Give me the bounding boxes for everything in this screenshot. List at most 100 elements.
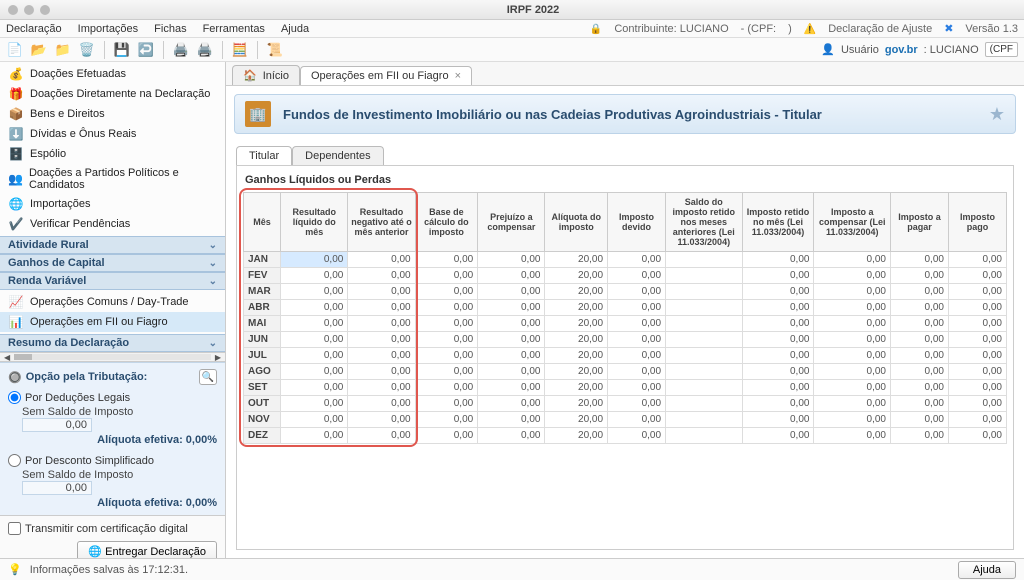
data-cell[interactable]: 0,00: [742, 396, 814, 412]
data-cell[interactable]: 0,00: [348, 284, 415, 300]
data-cell[interactable]: 0,00: [890, 348, 948, 364]
data-cell[interactable]: 0,00: [948, 332, 1006, 348]
data-cell[interactable]: 0,00: [948, 268, 1006, 284]
data-cell[interactable]: [666, 284, 743, 300]
data-cell[interactable]: 0,00: [948, 396, 1006, 412]
data-cell[interactable]: 0,00: [608, 284, 666, 300]
data-cell[interactable]: 0,00: [415, 348, 478, 364]
data-cell[interactable]: 0,00: [478, 332, 545, 348]
data-cell[interactable]: 0,00: [281, 268, 348, 284]
data-cell[interactable]: 0,00: [814, 364, 891, 380]
close-icon[interactable]: ×: [455, 70, 461, 82]
sidebar-ficha-4[interactable]: 🗄️Espólio: [0, 144, 225, 164]
tb-open2-icon[interactable]: 📁: [54, 41, 72, 59]
section-resumo[interactable]: Resumo da Declaração: [0, 334, 225, 352]
data-cell[interactable]: 0,00: [415, 396, 478, 412]
data-cell[interactable]: 0,00: [415, 428, 478, 444]
data-cell[interactable]: 0,00: [948, 364, 1006, 380]
data-cell[interactable]: 0,00: [948, 348, 1006, 364]
data-cell[interactable]: 0,00: [608, 332, 666, 348]
data-cell[interactable]: 0,00: [948, 284, 1006, 300]
data-cell[interactable]: 0,00: [281, 348, 348, 364]
data-cell[interactable]: 0,00: [742, 348, 814, 364]
data-cell[interactable]: 0,00: [742, 412, 814, 428]
data-cell[interactable]: 0,00: [814, 380, 891, 396]
data-cell[interactable]: 20,00: [545, 300, 608, 316]
inner-tab-titular[interactable]: Titular: [236, 146, 292, 165]
data-cell[interactable]: 20,00: [545, 428, 608, 444]
data-cell[interactable]: 0,00: [608, 428, 666, 444]
table-row[interactable]: OUT0,000,000,000,0020,000,000,000,000,00…: [244, 396, 1007, 412]
sidebar-hscroll[interactable]: ◀ ▶: [0, 352, 225, 362]
data-cell[interactable]: 0,00: [742, 316, 814, 332]
tb-open-icon[interactable]: 📂: [30, 41, 48, 59]
data-cell[interactable]: 0,00: [608, 268, 666, 284]
data-cell[interactable]: 0,00: [348, 268, 415, 284]
data-cell[interactable]: 0,00: [814, 428, 891, 444]
tb-receipt-icon[interactable]: 📜: [266, 41, 284, 59]
table-row[interactable]: JAN0,000,000,000,0020,000,000,000,000,00…: [244, 252, 1007, 268]
data-cell[interactable]: 20,00: [545, 268, 608, 284]
data-cell[interactable]: 0,00: [478, 412, 545, 428]
data-cell[interactable]: 0,00: [478, 268, 545, 284]
table-row[interactable]: NOV0,000,000,000,0020,000,000,000,000,00…: [244, 412, 1007, 428]
data-cell[interactable]: 0,00: [814, 300, 891, 316]
tab-fii[interactable]: Operações em FII ou Fiagro ×: [300, 66, 472, 85]
data-cell[interactable]: 0,00: [890, 268, 948, 284]
data-cell[interactable]: 0,00: [608, 364, 666, 380]
table-row[interactable]: SET0,000,000,000,0020,000,000,000,000,00…: [244, 380, 1007, 396]
menu-importacoes[interactable]: Importações: [78, 23, 139, 35]
sidebar-ficha-2[interactable]: 📦Bens e Direitos: [0, 104, 225, 124]
data-cell[interactable]: 20,00: [545, 412, 608, 428]
data-cell[interactable]: 0,00: [281, 316, 348, 332]
data-cell[interactable]: 0,00: [608, 348, 666, 364]
data-cell[interactable]: 0,00: [348, 316, 415, 332]
data-cell[interactable]: 0,00: [742, 268, 814, 284]
data-cell[interactable]: 0,00: [948, 412, 1006, 428]
data-cell[interactable]: 0,00: [415, 316, 478, 332]
data-cell[interactable]: 0,00: [478, 316, 545, 332]
menu-ajuda[interactable]: Ajuda: [281, 23, 309, 35]
tb-trash-icon[interactable]: 🗑️: [78, 41, 96, 59]
sidebar-ficha-0[interactable]: 💰Doações Efetuadas: [0, 64, 225, 84]
data-cell[interactable]: 0,00: [415, 380, 478, 396]
traffic-light-max[interactable]: [40, 5, 50, 15]
data-cell[interactable]: 0,00: [281, 364, 348, 380]
data-cell[interactable]: 0,00: [890, 396, 948, 412]
data-cell[interactable]: 0,00: [890, 252, 948, 268]
table-row[interactable]: MAI0,000,000,000,0020,000,000,000,000,00…: [244, 316, 1007, 332]
traffic-light-min[interactable]: [24, 5, 34, 15]
opt-deducoes-radio[interactable]: [8, 391, 21, 404]
data-cell[interactable]: 0,00: [890, 316, 948, 332]
data-cell[interactable]: 0,00: [281, 412, 348, 428]
table-row[interactable]: DEZ0,000,000,000,0020,000,000,000,000,00…: [244, 428, 1007, 444]
data-cell[interactable]: 20,00: [545, 284, 608, 300]
data-cell[interactable]: 0,00: [281, 284, 348, 300]
data-cell[interactable]: 0,00: [742, 300, 814, 316]
data-cell[interactable]: 20,00: [545, 316, 608, 332]
data-cell[interactable]: 0,00: [281, 396, 348, 412]
section-renda-variavel[interactable]: Renda Variável: [0, 272, 225, 290]
data-cell[interactable]: [666, 268, 743, 284]
data-cell[interactable]: 0,00: [814, 348, 891, 364]
data-cell[interactable]: 0,00: [608, 316, 666, 332]
tb-print-icon[interactable]: 🖨️: [172, 41, 190, 59]
tb-print2-icon[interactable]: 🖨️: [196, 41, 214, 59]
data-cell[interactable]: 0,00: [281, 252, 348, 268]
opt-simplificado-radio[interactable]: [8, 454, 21, 467]
data-cell[interactable]: 0,00: [890, 300, 948, 316]
table-row[interactable]: JUN0,000,000,000,0020,000,000,000,000,00…: [244, 332, 1007, 348]
data-cell[interactable]: [666, 428, 743, 444]
data-cell[interactable]: 0,00: [890, 284, 948, 300]
sidebar-ficha-7[interactable]: ✔️Verificar Pendências: [0, 214, 225, 234]
data-cell[interactable]: 0,00: [478, 300, 545, 316]
tb-calc-icon[interactable]: 🧮: [231, 41, 249, 59]
data-cell[interactable]: 0,00: [415, 332, 478, 348]
data-cell[interactable]: 0,00: [948, 300, 1006, 316]
data-cell[interactable]: 0,00: [948, 252, 1006, 268]
menu-fichas[interactable]: Fichas: [154, 23, 186, 35]
data-cell[interactable]: 0,00: [281, 332, 348, 348]
data-cell[interactable]: 0,00: [415, 364, 478, 380]
data-cell[interactable]: 0,00: [742, 332, 814, 348]
traffic-light-close[interactable]: [8, 5, 18, 15]
